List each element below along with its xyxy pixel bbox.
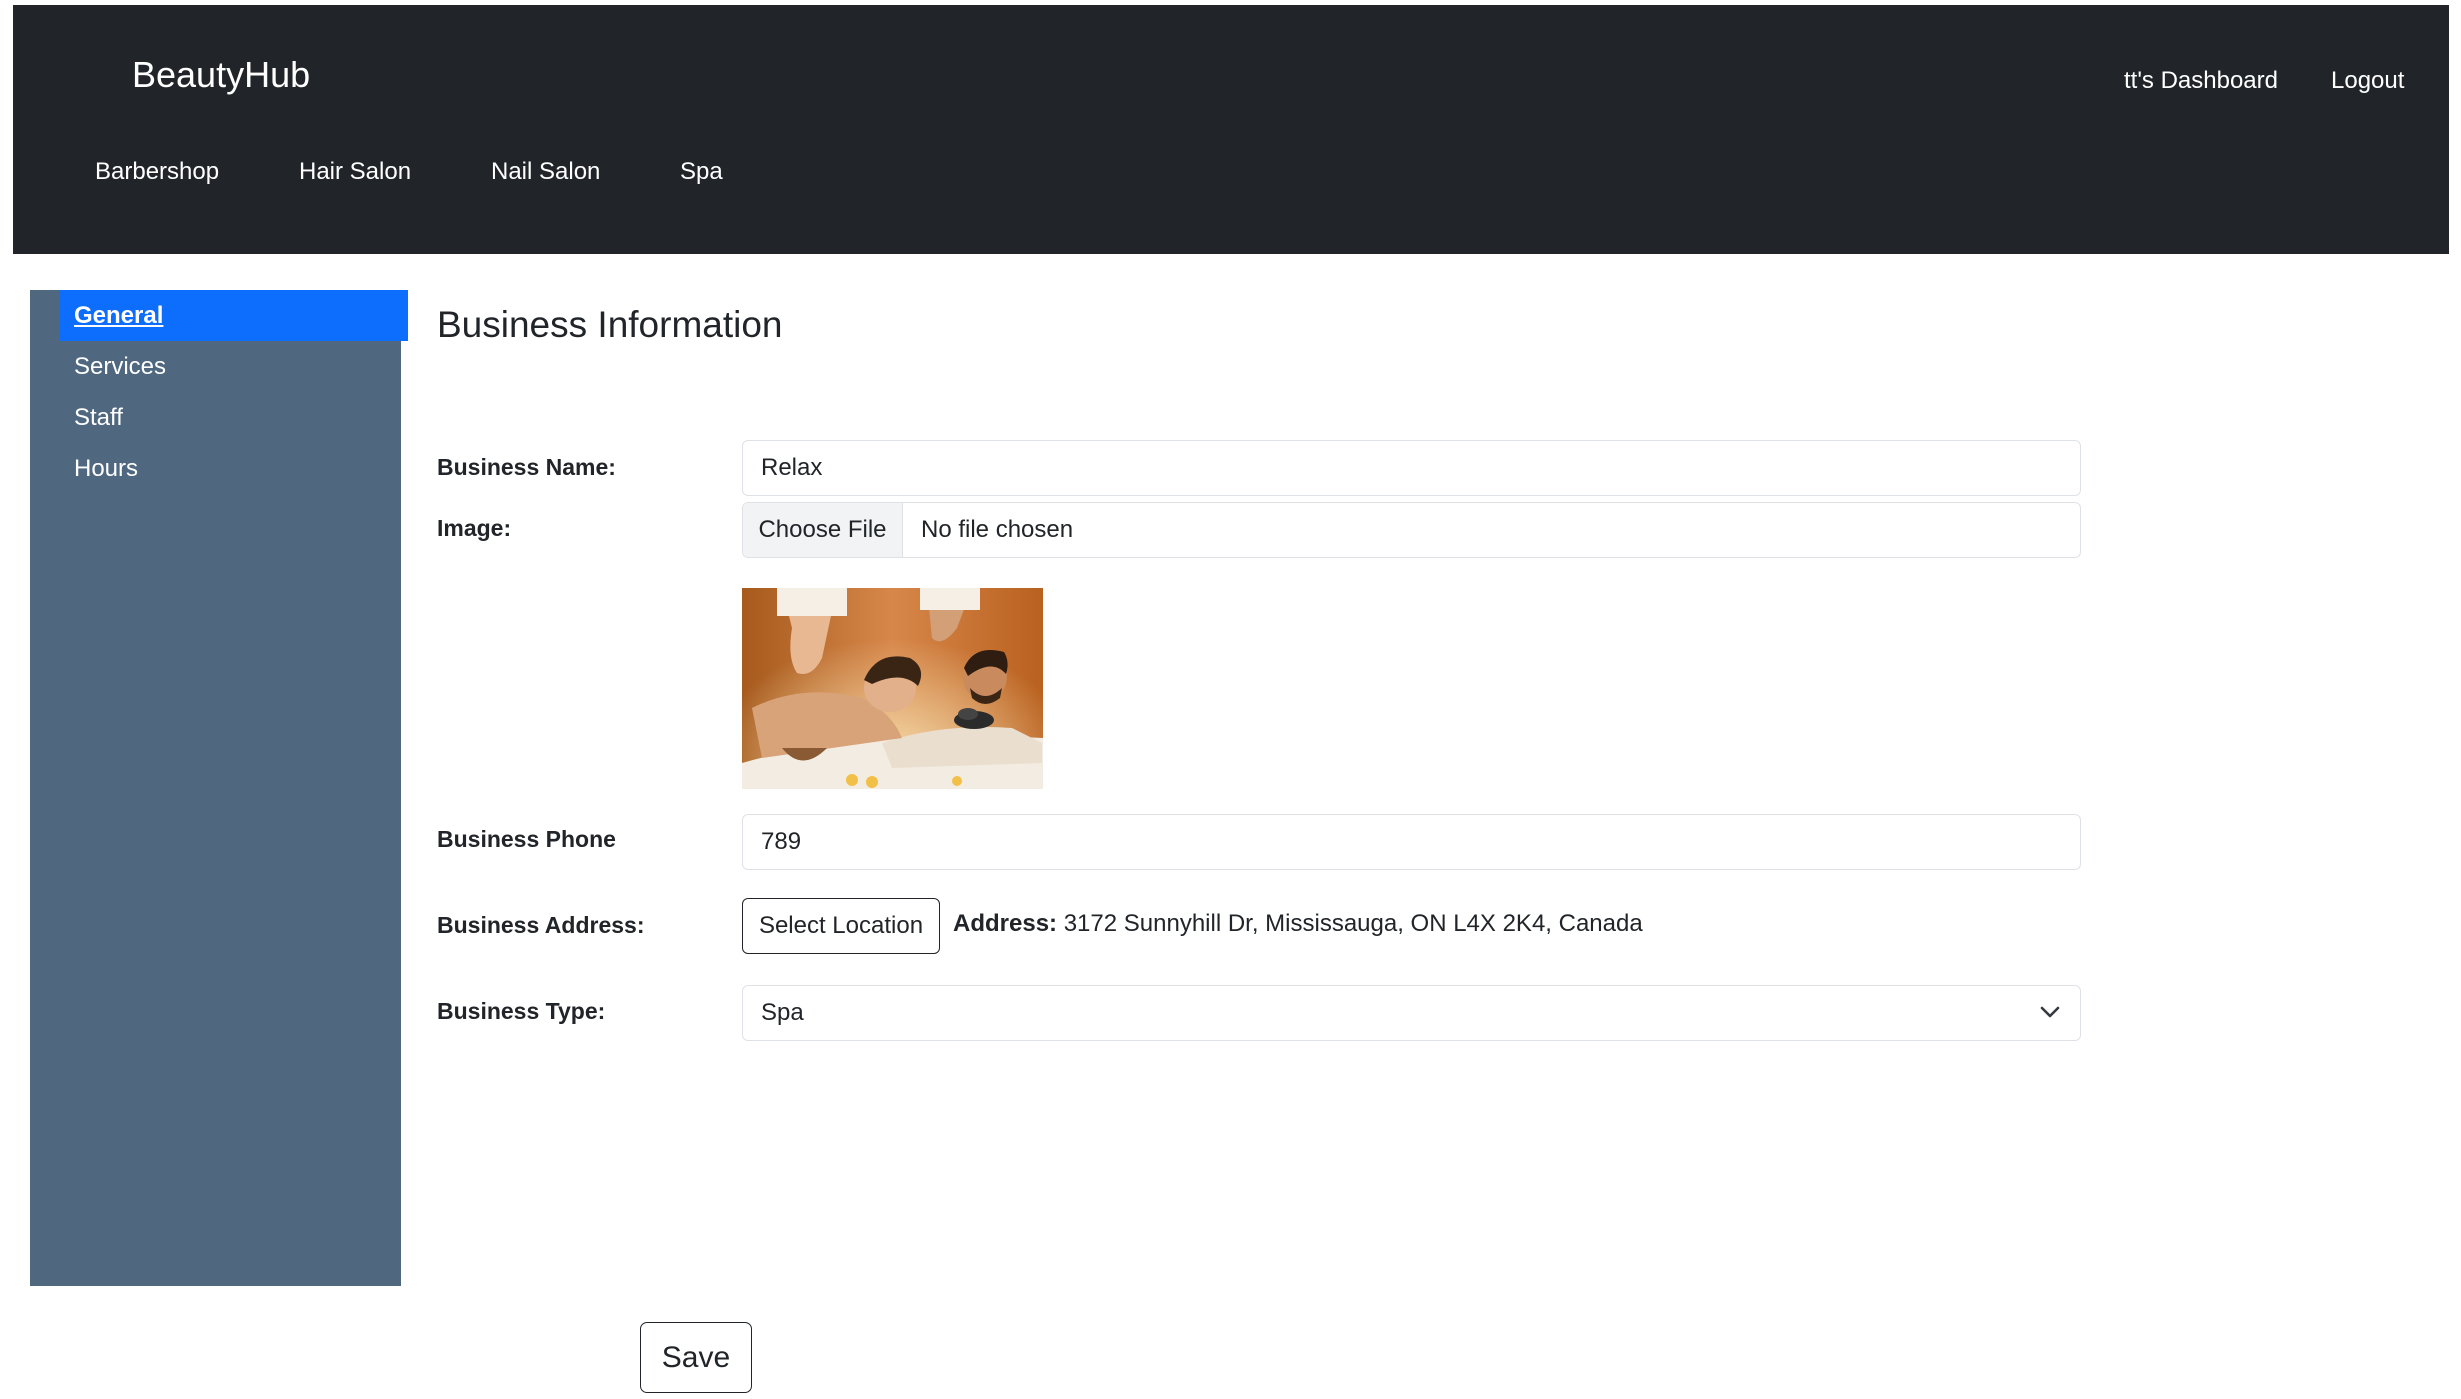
address-value: 3172 Sunnyhill Dr, Mississauga, ON L4X 2… (1063, 910, 1643, 937)
sidebar: General Services Staff Hours (30, 290, 408, 1286)
address-prefix: Address: (953, 910, 1058, 937)
logout-link[interactable]: Logout (2331, 69, 2404, 93)
business-name-input[interactable] (742, 440, 2081, 496)
file-status-text: No file chosen (921, 516, 1074, 543)
save-button[interactable]: Save (640, 1322, 752, 1393)
top-navbar: BeautyHub tt's Dashboard Logout Barbersh… (13, 5, 2449, 254)
nav-link-nail-salon[interactable]: Nail Salon (491, 160, 600, 184)
business-type-select[interactable]: Spa (742, 985, 2081, 1041)
business-type-label: Business Type: (437, 998, 606, 1024)
sidebar-item-services[interactable]: Services (60, 341, 408, 392)
business-phone-label: Business Phone (437, 826, 616, 852)
brand-logo[interactable]: BeautyHub (132, 57, 310, 93)
dashboard-link[interactable]: tt's Dashboard (2124, 69, 2278, 93)
choose-file-button[interactable]: Choose File (743, 503, 903, 557)
image-file-input[interactable]: Choose File No file chosen (742, 502, 2081, 558)
business-address-label: Business Address: (437, 912, 645, 938)
nav-link-barbershop[interactable]: Barbershop (95, 160, 219, 184)
business-image-preview (742, 588, 1043, 789)
spa-massage-photo (742, 588, 1043, 789)
sidebar-item-staff[interactable]: Staff (60, 392, 408, 443)
page: BeautyHub tt's Dashboard Logout Barbersh… (0, 0, 2461, 1399)
business-type-selected: Spa (761, 999, 804, 1026)
page-title: Business Information (437, 304, 783, 345)
select-location-button[interactable]: Select Location (742, 898, 940, 954)
business-phone-input[interactable] (742, 814, 2081, 870)
chevron-down-icon (2040, 1006, 2060, 1018)
image-label: Image: (437, 515, 512, 541)
sidebar-item-general[interactable]: General (60, 290, 408, 341)
nav-link-spa[interactable]: Spa (680, 160, 723, 184)
address-display: Address: 3172 Sunnyhill Dr, Mississauga,… (953, 912, 1643, 936)
business-name-label: Business Name: (437, 454, 616, 480)
nav-link-hair-salon[interactable]: Hair Salon (299, 160, 411, 184)
sidebar-item-hours[interactable]: Hours (60, 443, 408, 494)
